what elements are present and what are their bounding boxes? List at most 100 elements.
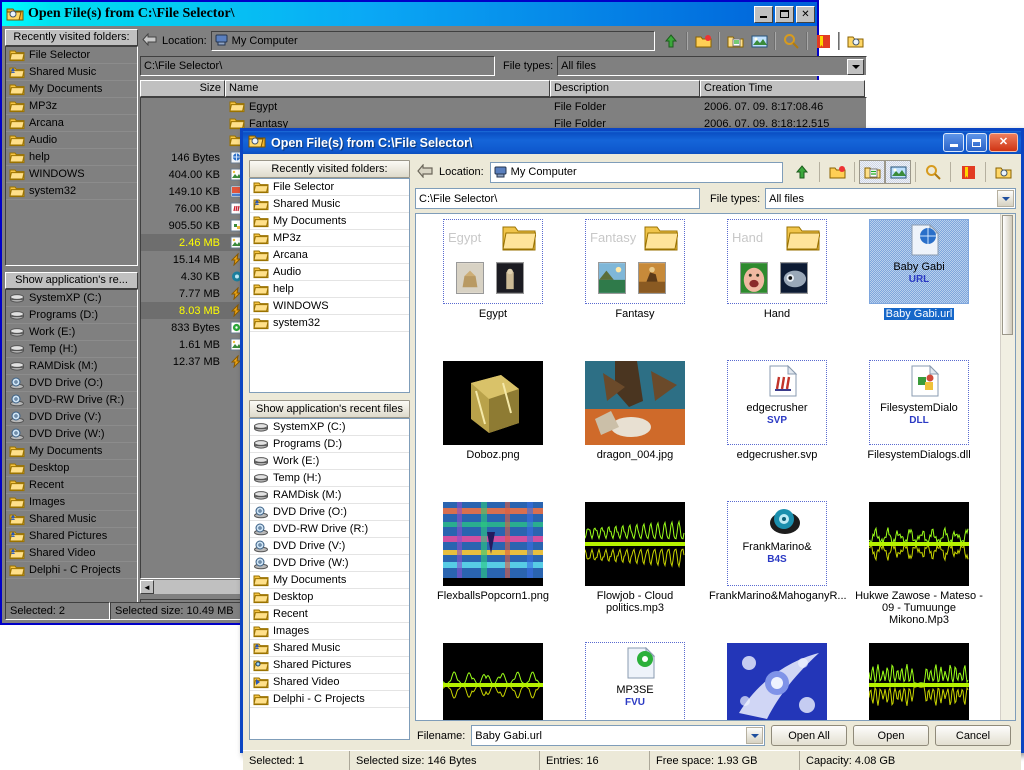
back-drive-item[interactable]: DVD Drive (O:) (6, 375, 137, 392)
scrollbar-thumb[interactable] (1002, 215, 1013, 335)
front-recent-folder-item[interactable]: help (250, 281, 409, 298)
file-thumbnail-item[interactable]: MP3SE FVU MP3SE.fvu (564, 642, 706, 720)
front-location-combo[interactable]: My Computer (489, 161, 783, 183)
back-drive-item[interactable]: DVD-RW Drive (R:) (6, 392, 137, 409)
front-recent-folder-item[interactable]: WINDOWS (250, 298, 409, 315)
back-drive-item[interactable]: DVD Drive (V:) (6, 409, 137, 426)
back-file-types-combo[interactable]: All files (557, 56, 867, 76)
back-up-folder-icon[interactable] (659, 30, 683, 52)
front-vertical-scrollbar[interactable] (1000, 214, 1015, 720)
back-recent-folders-list[interactable]: File Selector Shared Music My Documents MP3… (5, 46, 138, 266)
back-drive-item[interactable]: Shared Music (6, 511, 137, 528)
back-thumbnail-view-icon[interactable] (747, 30, 771, 52)
file-thumbnail-item[interactable]: FlexballsPopcorn1.png (422, 501, 564, 638)
front-drive-item[interactable]: Work (E:) (250, 453, 409, 470)
back-recent-folder-item[interactable]: system32 (6, 183, 137, 200)
back-drive-item[interactable]: My Documents (6, 443, 137, 460)
front-bookmark-icon[interactable] (955, 160, 981, 184)
back-path-value[interactable]: C:\File Selector\ (144, 60, 222, 72)
front-drive-item[interactable]: Images (250, 623, 409, 640)
front-back-arrow-icon[interactable] (417, 162, 433, 181)
file-thumbnail-item[interactable]: Ticon - Reflections.mp3 (848, 642, 990, 720)
back-recent-folder-item[interactable]: My Documents (6, 81, 137, 98)
back-column-header[interactable]: Description (550, 80, 700, 97)
file-thumbnail-item[interactable]: Journey Between - Migrations.Mp3 (422, 642, 564, 720)
back-drive-item[interactable]: Shared Pictures (6, 528, 137, 545)
back-drive-item[interactable]: RAMDisk (M:) (6, 358, 137, 375)
back-recent-folder-item[interactable]: File Selector (6, 47, 137, 64)
back-drive-item[interactable]: Work (E:) (6, 324, 137, 341)
back-column-headers[interactable]: Size Name Description Creation Time (140, 80, 867, 97)
front-drive-item[interactable]: RAMDisk (M:) (250, 487, 409, 504)
back-recent-folder-item[interactable]: WINDOWS (6, 166, 137, 183)
back-recent-folder-item[interactable]: MP3z (6, 98, 137, 115)
front-recent-folder-item[interactable]: File Selector (250, 179, 409, 196)
scroll-left-icon[interactable]: ◄ (140, 580, 154, 594)
back-window-titlebar[interactable]: Open File(s) from C:\File Selector\ ✕ (2, 2, 817, 26)
open-button[interactable]: Open (853, 725, 929, 746)
file-thumbnail-item[interactable]: Hand Hand (706, 219, 848, 356)
back-find-folder-icon[interactable] (843, 30, 867, 52)
front-window-titlebar[interactable]: Open File(s) from C:\File Selector\ ✕ (240, 128, 1024, 154)
back-column-header[interactable]: Creation Time (700, 80, 865, 97)
front-drive-item[interactable]: Shared Video (250, 674, 409, 691)
cancel-button[interactable]: Cancel (935, 725, 1011, 746)
back-drive-item[interactable]: Recent (6, 477, 137, 494)
table-row[interactable]: Egypt File Folder 2006. 07. 09. 8:17:08.46 (141, 98, 866, 115)
front-new-folder-icon[interactable] (824, 160, 850, 184)
front-thumbnail-view[interactable]: Egypt Egypt Fantasy Fantasy Hand Hand Ba… (415, 213, 1016, 721)
front-show-recent-files-button[interactable]: Show application's recent files (249, 400, 410, 418)
back-drive-item[interactable]: SystemXP (C:) (6, 290, 137, 307)
front-filename-input[interactable]: Baby Gabi.url (471, 725, 765, 746)
back-drives-header[interactable]: Show application's re... (5, 272, 138, 289)
front-drive-item[interactable]: DVD Drive (O:) (250, 504, 409, 521)
back-recent-folder-item[interactable]: Audio (6, 132, 137, 149)
back-new-folder-icon[interactable] (691, 30, 715, 52)
front-recent-folders-list[interactable]: File Selector Shared Music My Documents MP3… (249, 178, 410, 393)
front-drive-item[interactable]: Temp (H:) (250, 470, 409, 487)
front-drive-item[interactable]: Desktop (250, 589, 409, 606)
front-close-button[interactable]: ✕ (989, 133, 1018, 152)
chevron-down-icon[interactable] (746, 727, 763, 744)
back-bookmark-icon[interactable] (811, 30, 835, 52)
front-drive-item[interactable]: Programs (D:) (250, 436, 409, 453)
back-details-view-icon[interactable] (723, 30, 747, 52)
front-drive-item[interactable]: Delphi - C Projects (250, 691, 409, 708)
front-drive-item[interactable]: Shared Pictures (250, 657, 409, 674)
front-path-input[interactable]: C:\File Selector\ (415, 188, 700, 209)
open-all-button[interactable]: Open All (771, 725, 847, 746)
front-details-view-icon[interactable] (859, 160, 885, 184)
file-thumbnail-item[interactable]: FilesystemDialo DLL FilesystemDialogs.dl… (848, 360, 990, 497)
front-drive-item[interactable]: DVD-RW Drive (R:) (250, 521, 409, 538)
back-drive-item[interactable]: Delphi - C Projects (6, 562, 137, 579)
back-drive-item[interactable]: Images (6, 494, 137, 511)
back-search-icon[interactable] (779, 30, 803, 52)
chevron-down-icon[interactable] (847, 59, 864, 75)
front-recent-folder-item[interactable]: Audio (250, 264, 409, 281)
front-recent-folder-item[interactable]: Arcana (250, 247, 409, 264)
file-thumbnail-item[interactable]: FrankMarino& B4S FrankMarino&MahoganyR..… (706, 501, 848, 638)
front-recent-folder-item[interactable]: My Documents (250, 213, 409, 230)
back-recent-folder-item[interactable]: help (6, 149, 137, 166)
file-thumbnail-item[interactable]: Doboz.png (422, 360, 564, 497)
back-recent-folder-item[interactable]: Arcana (6, 115, 137, 132)
front-thumbnail-view-icon[interactable] (885, 160, 911, 184)
front-maximize-button[interactable] (966, 133, 987, 152)
file-thumbnail-item[interactable]: Fantasy Fantasy (564, 219, 706, 356)
back-maximize-button[interactable] (775, 5, 794, 23)
front-up-folder-icon[interactable] (789, 160, 815, 184)
file-thumbnail-item[interactable]: Egypt Egypt (422, 219, 564, 356)
file-thumbnail-item[interactable]: Flowjob - Cloud politics.mp3 (564, 501, 706, 638)
file-thumbnail-item[interactable]: Baby Gabi URL Baby Gabi.url (848, 219, 990, 356)
back-drive-item[interactable]: Temp (H:) (6, 341, 137, 358)
front-find-folder-icon[interactable] (990, 160, 1016, 184)
file-thumbnail-item[interactable]: Hukwe Zawose - Mateso - 09 - Tumuunge Mi… (848, 501, 990, 638)
front-recent-folder-item[interactable]: Shared Music (250, 196, 409, 213)
back-up-icon[interactable] (142, 32, 157, 49)
front-search-icon[interactable] (920, 160, 946, 184)
file-thumbnail-item[interactable]: dragon_004.jpg (564, 360, 706, 497)
front-window[interactable]: Open File(s) from C:\File Selector\ ✕ Re… (240, 128, 1024, 770)
front-drive-item[interactable]: SystemXP (C:) (250, 419, 409, 436)
back-recent-folder-item[interactable]: Shared Music (6, 64, 137, 81)
back-column-header[interactable]: Name (225, 80, 550, 97)
